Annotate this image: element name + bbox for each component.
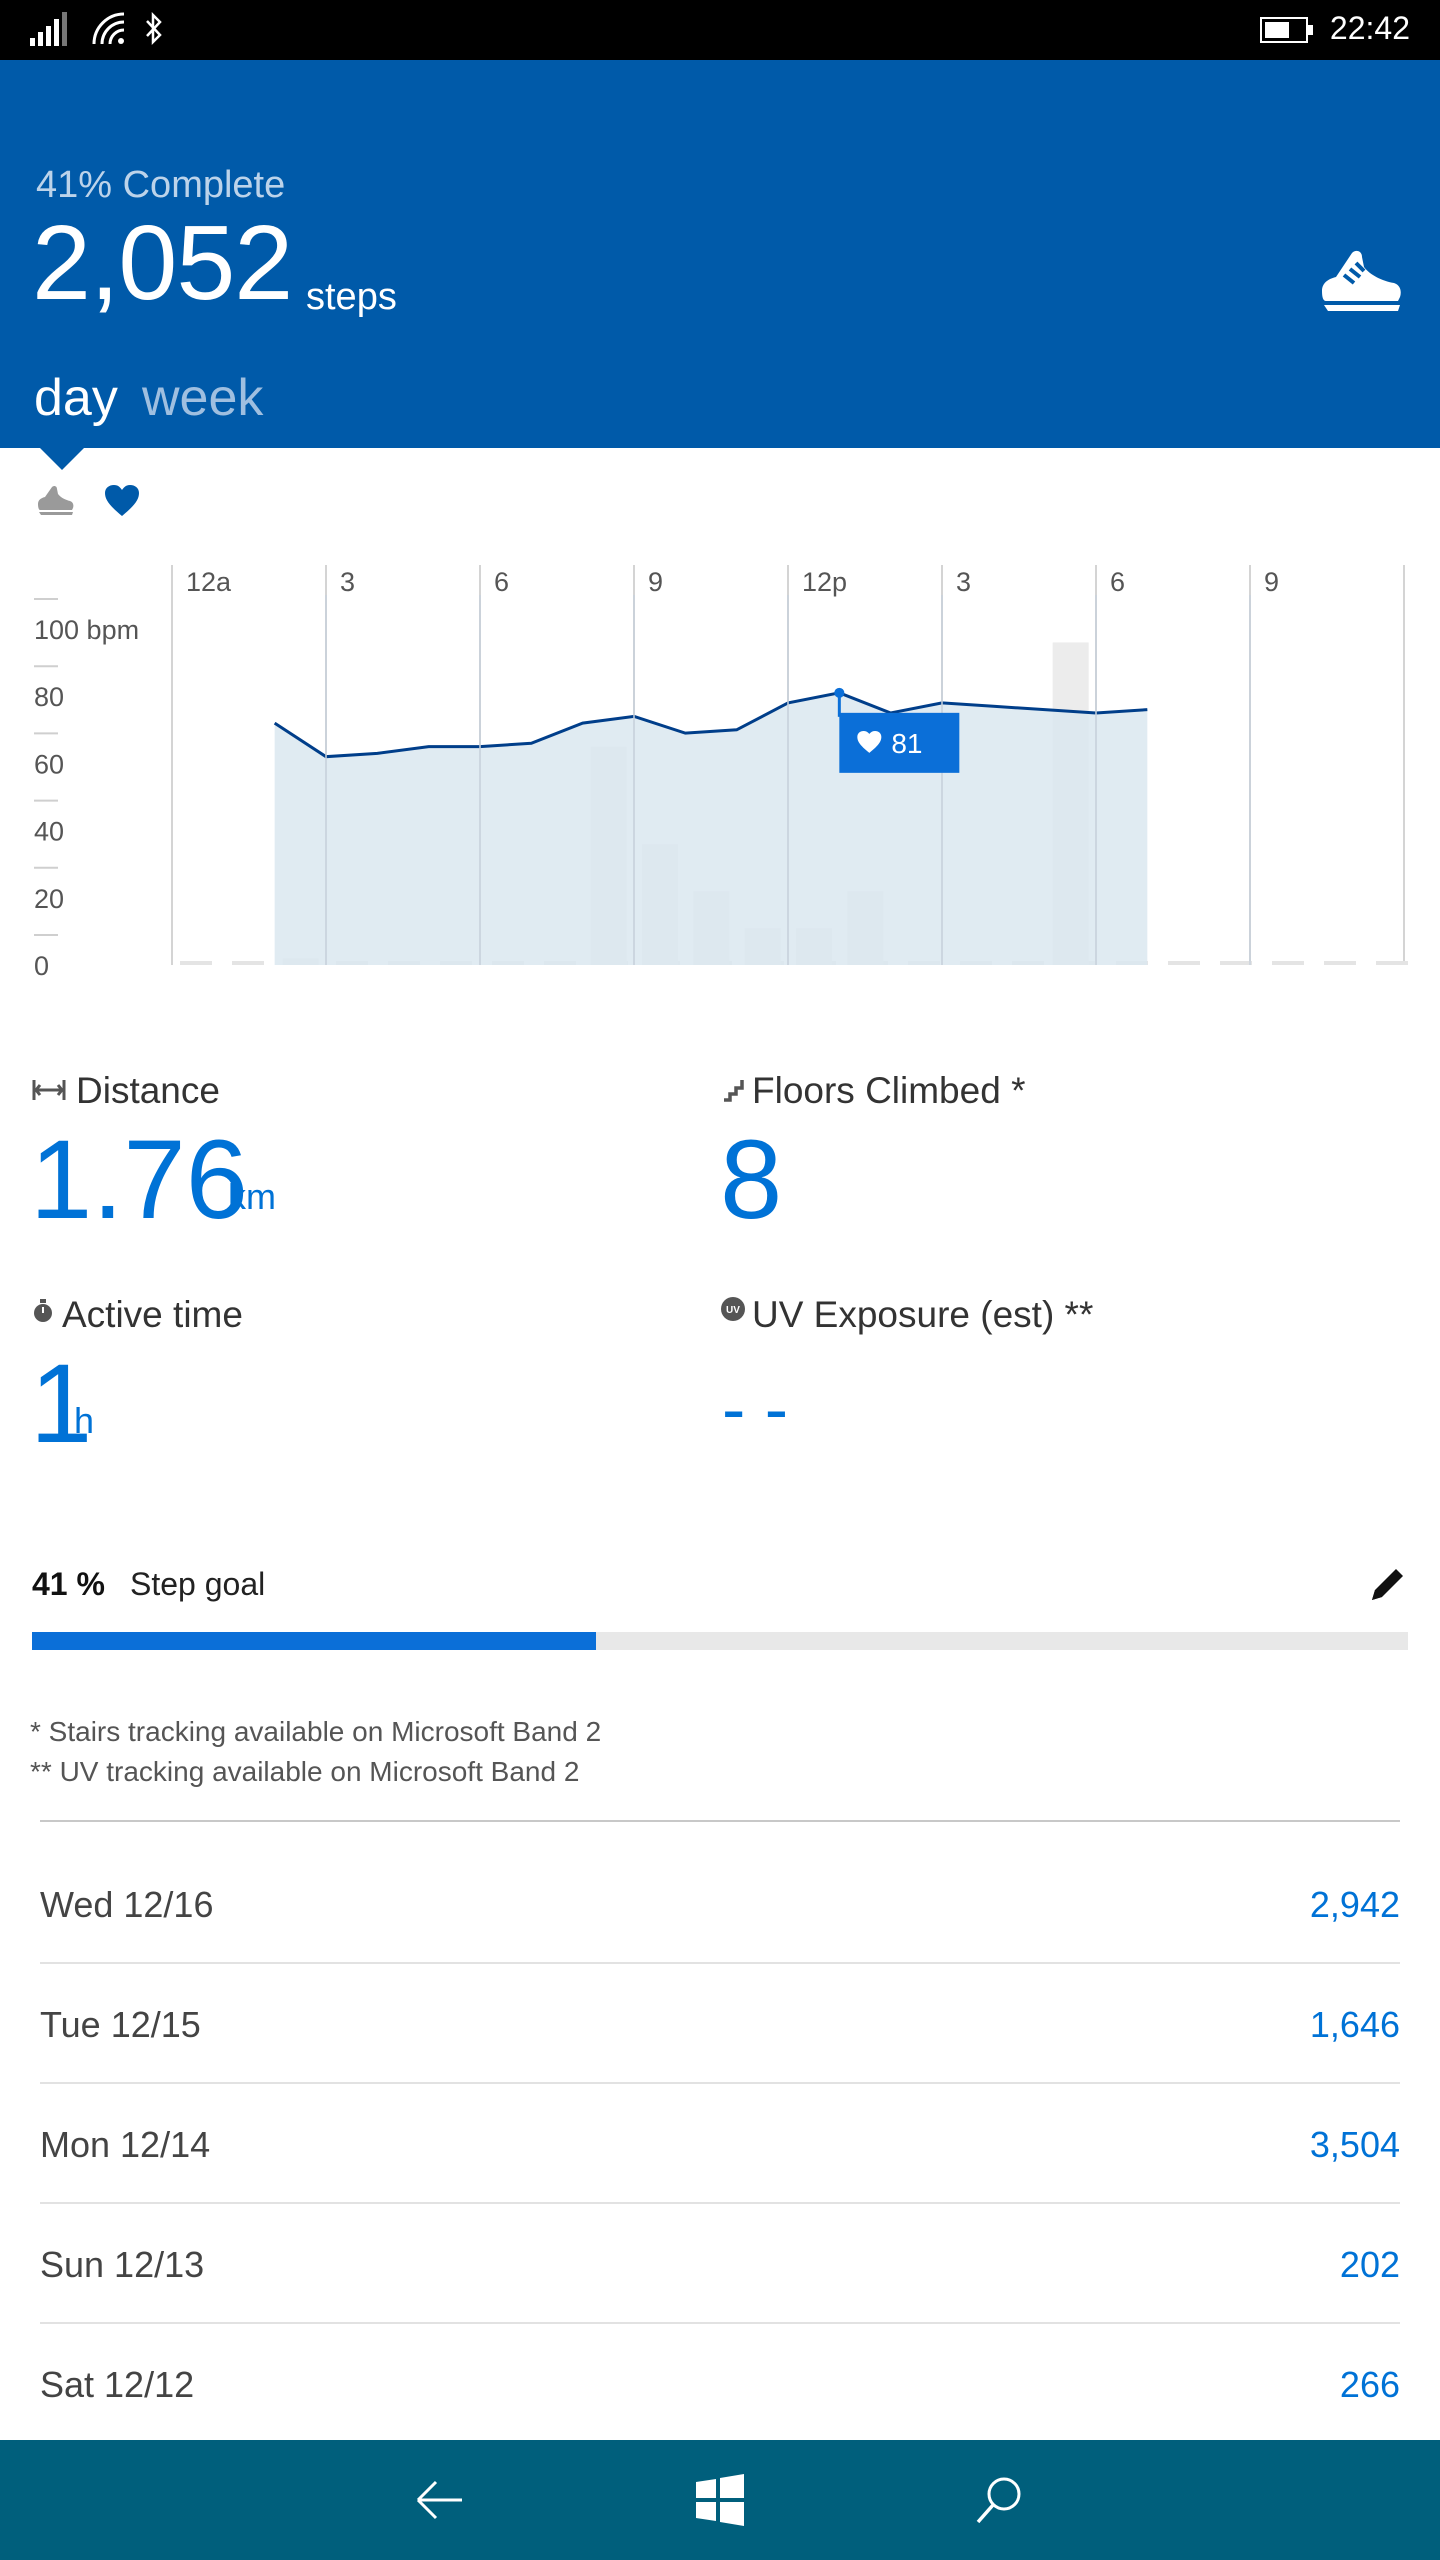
floors-value: 8 (720, 1117, 783, 1242)
goal-percent: 41 % (32, 1566, 105, 1602)
active-time-unit: h (74, 1400, 95, 1441)
steps-shoe-icon[interactable] (36, 484, 74, 521)
search-icon[interactable] (970, 2470, 1030, 2530)
stopwatch-icon (32, 1298, 54, 1329)
chart-x-tick: 6 (494, 567, 509, 597)
heart-rate-chart: 100 bpm 80 60 40 20 0 12a 3 6 9 12p 3 6 9 81 (34, 565, 1408, 981)
list-item-day: Wed 12/16 (40, 1884, 214, 1925)
list-item-steps: 1,646 (1309, 2004, 1400, 2045)
battery-icon (1260, 16, 1314, 49)
distance-value: 1.76 (30, 1117, 248, 1242)
distance-label: Distance (76, 1070, 220, 1111)
back-arrow-icon[interactable] (410, 2470, 470, 2530)
uv-icon: UV (720, 1296, 746, 1327)
heart-icon[interactable] (104, 484, 140, 523)
footnote-uv: ** UV tracking available on Microsoft Ba… (30, 1756, 580, 1787)
chart-y-tick: 20 (34, 884, 64, 914)
list-item-steps: 266 (1339, 2364, 1400, 2405)
footnotes: * Stairs tracking available on Microsoft… (30, 1712, 601, 1792)
chart-x-tick: 3 (956, 567, 971, 597)
list-item-day: Sun 12/13 (40, 2244, 205, 2285)
tab-day[interactable]: day (34, 368, 118, 428)
tab-week[interactable]: week (142, 368, 263, 428)
list-item[interactable]: Sat 12/12 266 (40, 2324, 1400, 2444)
list-item-day: Mon 12/14 (40, 2124, 211, 2165)
floors-label: Floors Climbed * (752, 1070, 1026, 1111)
steps-count: 2,052 (32, 204, 293, 322)
list-item[interactable]: Mon 12/14 3,504 (40, 2084, 1400, 2204)
chart-heart-rate-area (274, 692, 1148, 965)
steps-unit: steps (306, 276, 397, 318)
chart-x-tick: 9 (648, 567, 663, 597)
uv-label: UV Exposure (est) ** (752, 1294, 1094, 1335)
footnote-stairs: * Stairs tracking available on Microsoft… (30, 1716, 602, 1747)
goal-label: Step goal (130, 1566, 266, 1602)
step-goal-progress-fill (32, 1632, 597, 1650)
list-item-steps: 3,504 (1309, 2124, 1400, 2165)
chart-y-tick: 40 (34, 817, 64, 847)
chart-y-tick: 80 (34, 682, 64, 712)
steps-header: 41% Complete 2,052 steps day week (0, 60, 1440, 448)
tab-pointer (40, 448, 84, 470)
chart-x-tick: 3 (340, 567, 355, 597)
pencil-icon[interactable] (1368, 1564, 1408, 1609)
chart-y-tick: 100 bpm (34, 615, 139, 645)
active-time-label: Active time (62, 1294, 243, 1335)
percent-complete: 41% Complete (36, 164, 286, 206)
wifi-icon (92, 12, 126, 51)
distance-icon (32, 1078, 66, 1107)
list-item-steps: 202 (1339, 2244, 1400, 2285)
chart-x-tick: 6 (1110, 567, 1125, 597)
list-item-steps: 2,942 (1309, 1884, 1400, 1925)
bluetooth-icon (144, 11, 164, 51)
clock: 22:42 (1329, 10, 1410, 46)
list-item-day: Sat 12/12 (40, 2364, 195, 2405)
divider (40, 1820, 1400, 1822)
windows-logo-icon[interactable] (690, 2470, 750, 2530)
navigation-bar (0, 2440, 1440, 2560)
signal-icon (30, 12, 70, 51)
distance-unit: km (228, 1176, 276, 1217)
chart-tooltip-value: 81 (891, 728, 922, 759)
list-item[interactable]: Sun 12/13 202 (40, 2204, 1400, 2324)
chart-y-tick: 0 (34, 951, 49, 981)
step-goal-progress (32, 1632, 1408, 1650)
stairs-icon (722, 1076, 746, 1107)
uv-value: - - (722, 1370, 789, 1448)
chart-y-tick: 60 (34, 749, 64, 779)
chart-x-tick: 12a (186, 567, 232, 597)
list-item-day: Tue 12/15 (40, 2004, 201, 2045)
list-item[interactable]: Tue 12/15 1,646 (40, 1964, 1400, 2084)
chart-x-tick: 9 (1264, 567, 1279, 597)
running-shoe-icon (1318, 245, 1402, 320)
chart-x-tick: 12p (802, 567, 847, 597)
list-item[interactable]: Wed 12/16 2,942 (40, 1844, 1400, 1964)
svg-text:UV: UV (726, 1305, 740, 1316)
status-bar: 22:42 (0, 0, 1440, 60)
